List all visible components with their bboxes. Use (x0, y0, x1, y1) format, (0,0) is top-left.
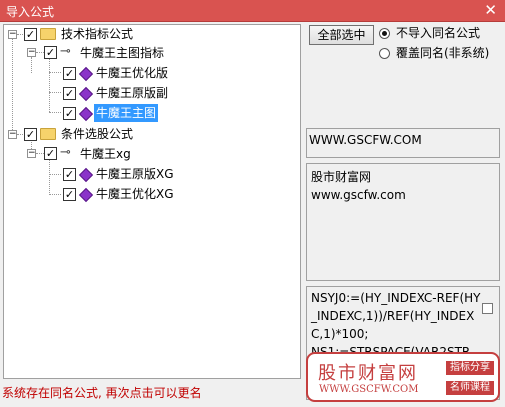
close-icon[interactable]: ✕ (484, 1, 497, 19)
brand-logo: 股市财富网 WWW.GSCFW.COM 指标分享 名师课程 (306, 352, 500, 402)
formula-checkbox[interactable]: ✓ (44, 147, 57, 160)
website-url-text: WWW.GSCFW.COM (309, 133, 422, 147)
logo-url-text: WWW.GSCFW.COM (319, 384, 419, 395)
formula-gem-icon (78, 167, 94, 183)
description-line-1: 股市财富网 (311, 170, 372, 184)
tree-node-label: 条件选股公式 (61, 127, 134, 141)
tree-node-leaf[interactable]: ✓ 牛魔王优化版 (4, 64, 294, 82)
logo-tag-course: 名师课程 (446, 381, 494, 395)
logo-tag-share: 指标分享 (446, 361, 494, 375)
radio-no-import[interactable]: 不导入同名公式 (379, 25, 480, 41)
group-screening-checkbox[interactable]: ✓ (24, 128, 37, 141)
leaf-checkbox[interactable]: ✓ (63, 188, 76, 201)
tree-node-group-indicators[interactable]: − ✓ 技术指标公式 (4, 25, 294, 43)
tree-node-label: 牛魔王原版副 (96, 86, 169, 100)
radio-overwrite-label: 覆盖同名(非系统) (396, 46, 490, 60)
leaf-checkbox[interactable]: ✓ (63, 67, 76, 80)
tree-node-formula[interactable]: − ✓ ⊸ 牛魔王xg (4, 145, 294, 163)
tree-node-group-screening[interactable]: − ✓ 条件选股公式 (4, 125, 294, 143)
tree-node-label: 牛魔王优化版 (96, 66, 169, 80)
leaf-checkbox[interactable]: ✓ (63, 168, 76, 181)
leaf-checkbox[interactable]: ✓ (63, 107, 76, 120)
collapse-icon[interactable]: − (8, 30, 17, 39)
tree-node-leaf[interactable]: ✓ 牛魔王原版副 (4, 84, 294, 102)
description-line-2: www.gscfw.com (311, 188, 406, 202)
title-bar: 导入公式 ✕ (0, 0, 505, 22)
key-icon: ⊸ (60, 44, 71, 59)
status-message: 系统存在同名公式, 再次点击可以更名 (2, 386, 202, 400)
leaf-checkbox[interactable]: ✓ (63, 87, 76, 100)
tree-node-label: 技术指标公式 (61, 27, 134, 41)
window-title: 导入公式 (6, 5, 55, 19)
formula-description-box: 股市财富网 www.gscfw.com (306, 163, 500, 281)
tree-node-label: 牛魔王xg (80, 147, 131, 161)
key-icon: ⊸ (60, 145, 71, 160)
logo-brand-text: 股市财富网 (318, 363, 418, 384)
code-checkbox[interactable] (482, 303, 493, 314)
collapse-icon[interactable]: − (8, 130, 17, 139)
formula-gem-icon (78, 86, 94, 102)
formula-gem-icon (78, 66, 94, 82)
radio-overwrite[interactable]: 覆盖同名(非系统) (379, 45, 489, 61)
tree-node-label: 牛魔王原版XG (96, 167, 174, 181)
folder-icon (40, 128, 56, 140)
collapse-icon[interactable]: − (27, 149, 36, 158)
folder-icon (40, 28, 56, 40)
formula-tree[interactable]: − ✓ 技术指标公式 − ✓ ⊸ 牛魔王主图指标 ✓ 牛魔王优化版 ✓ 牛魔王原… (3, 24, 301, 379)
formula-gem-icon (78, 187, 94, 203)
select-all-button[interactable]: 全部选中 (309, 25, 374, 45)
tree-node-leaf[interactable]: ✓ 牛魔王优化XG (4, 185, 294, 203)
tree-node-leaf[interactable]: ✓ 牛魔王原版XG (4, 165, 294, 183)
tree-node-label: 牛魔王优化XG (96, 187, 174, 201)
tree-node-label: 牛魔王主图指标 (80, 46, 165, 60)
collapse-icon[interactable]: − (27, 48, 36, 57)
tree-node-leaf-selected[interactable]: ✓ 牛魔王主图 (4, 104, 294, 122)
tree-node-formula[interactable]: − ✓ ⊸ 牛魔王主图指标 (4, 44, 294, 62)
group-indicators-checkbox[interactable]: ✓ (24, 28, 37, 41)
formula-checkbox[interactable]: ✓ (44, 46, 57, 59)
radio-no-import-indicator[interactable] (379, 28, 390, 39)
website-url-box: WWW.GSCFW.COM (306, 128, 500, 158)
formula-code-text: NSYJ0:=(HY_INDEXC-REF(HY_INDEXC,1))/REF(… (311, 291, 481, 359)
tree-node-label: 牛魔王主图 (94, 104, 159, 122)
formula-gem-icon (78, 106, 94, 122)
radio-overwrite-indicator[interactable] (379, 48, 390, 59)
radio-no-import-label: 不导入同名公式 (396, 26, 481, 40)
